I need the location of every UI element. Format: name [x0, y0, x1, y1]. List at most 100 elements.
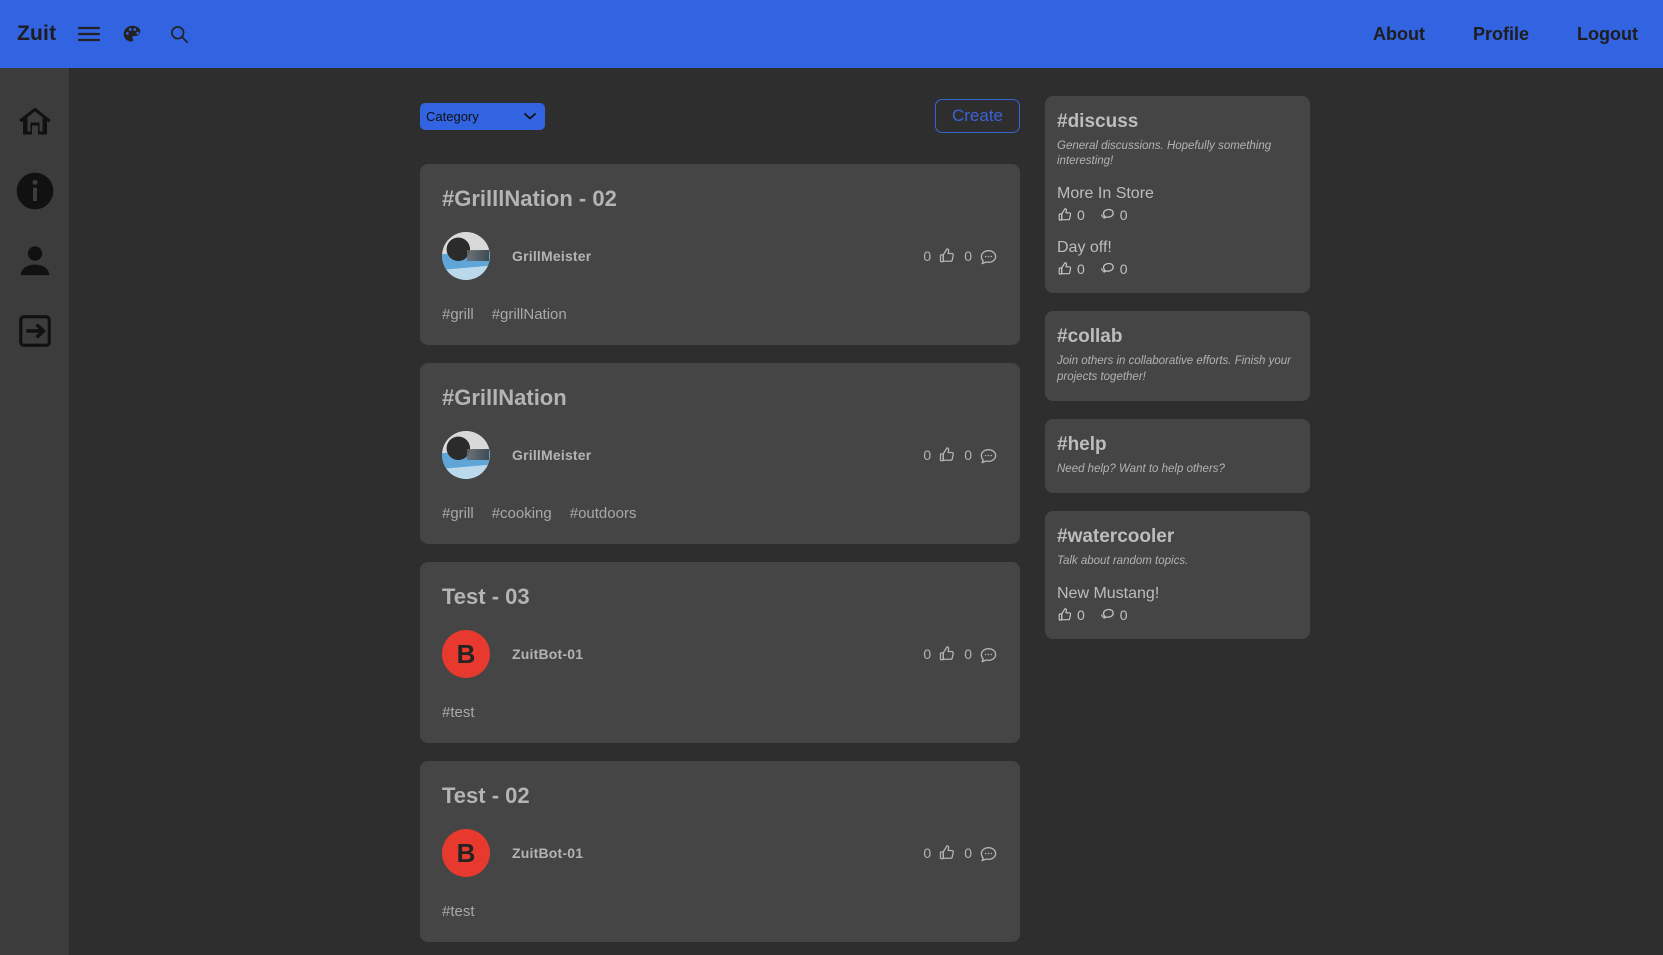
thumbs-up-icon: [1057, 607, 1073, 623]
comment-stat[interactable]: 0: [1099, 606, 1128, 623]
like-stat[interactable]: 0: [1057, 261, 1085, 277]
like-stat[interactable]: 0: [1057, 207, 1085, 223]
post-author[interactable]: GrillMeister: [512, 447, 591, 463]
post-stats: 0 0: [923, 645, 998, 664]
palette-icon[interactable]: [122, 24, 143, 45]
like-stat[interactable]: 0: [923, 645, 956, 663]
comment-stat[interactable]: 0: [964, 247, 998, 266]
post-tag[interactable]: #test: [442, 903, 475, 920]
hamburger-menu-icon[interactable]: [78, 26, 101, 42]
create-post-button[interactable]: Create: [934, 99, 1020, 133]
like-count: 0: [923, 447, 932, 463]
category-post[interactable]: Day off! 0 0: [1057, 239, 1298, 277]
post-title: Test - 02: [442, 783, 530, 808]
main-content-area: Category Create #GrilllNation - 02 Grill…: [70, 68, 1663, 955]
comment-count: 0: [1119, 606, 1128, 623]
post-title: #GrillNation: [442, 385, 567, 410]
category-title: #watercooler: [1057, 525, 1175, 547]
category-title: #discuss: [1057, 111, 1139, 132]
category-card[interactable]: #collab Join others in collaborative eff…: [1045, 311, 1310, 401]
category-post-title: More In Store: [1057, 185, 1154, 203]
sidebar-item-logout[interactable]: [0, 296, 70, 366]
post-tags: #grill #cooking #outdoors: [442, 505, 998, 522]
post-title: #GrilllNation - 02: [442, 186, 617, 211]
like-stat[interactable]: 0: [1057, 607, 1085, 623]
category-select[interactable]: Category: [420, 102, 545, 130]
category-post[interactable]: New Mustang! 0 0: [1057, 585, 1298, 623]
comment-stat[interactable]: 0: [964, 645, 998, 664]
comment-count: 0: [964, 845, 972, 861]
category-post-title: New Mustang!: [1057, 585, 1160, 603]
nav-link-profile[interactable]: Profile: [1473, 24, 1529, 45]
post-author[interactable]: GrillMeister: [512, 248, 591, 264]
category-description: Talk about random topics.: [1057, 554, 1189, 567]
post-stats: 0 0: [923, 446, 998, 465]
thumbs-up-icon: [938, 844, 956, 862]
category-card[interactable]: #discuss General discussions. Hopefully …: [1045, 96, 1310, 294]
feed-toolbar: Category Create: [420, 96, 1020, 136]
post-meta-row: B ZuitBot-01 0 0: [442, 829, 998, 877]
avatar[interactable]: [442, 232, 490, 280]
post-card[interactable]: Test - 03 B ZuitBot-01 0 0 #test: [420, 562, 1020, 743]
like-count: 0: [923, 845, 932, 861]
like-stat[interactable]: 0: [923, 247, 956, 265]
person-icon: [15, 241, 55, 281]
post-card[interactable]: #GrilllNation - 02 GrillMeister 0 0 #gri…: [420, 164, 1020, 345]
info-icon: [15, 171, 55, 211]
app-brand-logo[interactable]: Zuit: [17, 22, 56, 46]
post-author[interactable]: ZuitBot-01: [512, 646, 583, 662]
category-post[interactable]: More In Store 0 0: [1057, 185, 1298, 223]
comment-stat[interactable]: 0: [1099, 206, 1128, 223]
sidebar-item-about[interactable]: [0, 156, 70, 226]
post-tags: #grill #grillNation: [442, 306, 998, 323]
comment-bubble-icon: [1099, 260, 1116, 277]
category-post-stats: 0 0: [1057, 260, 1298, 277]
category-title: #collab: [1057, 326, 1123, 348]
category-post-stats: 0 0: [1057, 206, 1298, 223]
comment-stat[interactable]: 0: [964, 446, 998, 465]
comment-stat[interactable]: 0: [964, 844, 998, 863]
avatar[interactable]: B: [442, 829, 490, 877]
sidebar-item-home[interactable]: [0, 86, 70, 156]
search-icon[interactable]: [169, 24, 189, 44]
logout-icon: [16, 312, 54, 350]
post-tag[interactable]: #test: [442, 704, 475, 721]
category-filter-wrapper: Category: [420, 102, 545, 130]
post-tags: #test: [442, 704, 998, 721]
category-card[interactable]: #watercooler Talk about random topics. N…: [1045, 510, 1310, 640]
post-author[interactable]: ZuitBot-01: [512, 845, 583, 861]
nav-link-about[interactable]: About: [1373, 24, 1425, 45]
category-rail: #discuss General discussions. Hopefully …: [1045, 96, 1310, 657]
comment-bubble-icon: [1099, 206, 1116, 223]
post-tag[interactable]: #cooking: [492, 505, 552, 522]
post-tag[interactable]: #grill: [442, 505, 474, 522]
post-tag[interactable]: #grill: [442, 306, 474, 323]
nav-link-logout[interactable]: Logout: [1577, 24, 1638, 45]
like-stat[interactable]: 0: [923, 844, 956, 862]
category-card[interactable]: #help Need help? Want to help others?: [1045, 418, 1310, 493]
comment-bubble-icon: [1099, 606, 1116, 623]
sidebar-item-profile[interactable]: [0, 226, 70, 296]
like-stat[interactable]: 0: [923, 446, 956, 464]
like-count: 0: [1077, 260, 1085, 277]
like-count: 0: [1077, 606, 1085, 623]
top-navigation-bar: Zuit About Profile Logout: [0, 0, 1663, 68]
thumbs-up-icon: [938, 446, 956, 464]
post-feed-column: Category Create #GrilllNation - 02 Grill…: [420, 96, 1020, 955]
top-nav-links: About Profile Logout: [1373, 24, 1638, 45]
avatar[interactable]: [442, 431, 490, 479]
post-tag[interactable]: #outdoors: [570, 505, 637, 522]
comment-count: 0: [1119, 206, 1128, 223]
comment-stat[interactable]: 0: [1099, 260, 1128, 277]
category-description: Join others in collaborative efforts. Fi…: [1057, 355, 1291, 383]
post-card[interactable]: Test - 02 B ZuitBot-01 0 0 #test: [420, 761, 1020, 942]
avatar[interactable]: B: [442, 630, 490, 678]
post-card[interactable]: #GrillNation GrillMeister 0 0 #grill #co…: [420, 363, 1020, 544]
category-description: Need help? Want to help others?: [1057, 462, 1225, 475]
comment-bubble-icon: [979, 844, 998, 863]
post-meta-row: GrillMeister 0 0: [442, 232, 998, 280]
comment-count: 0: [1119, 260, 1128, 277]
like-count: 0: [923, 646, 932, 662]
category-post-stats: 0 0: [1057, 606, 1298, 623]
post-tag[interactable]: #grillNation: [492, 306, 567, 323]
